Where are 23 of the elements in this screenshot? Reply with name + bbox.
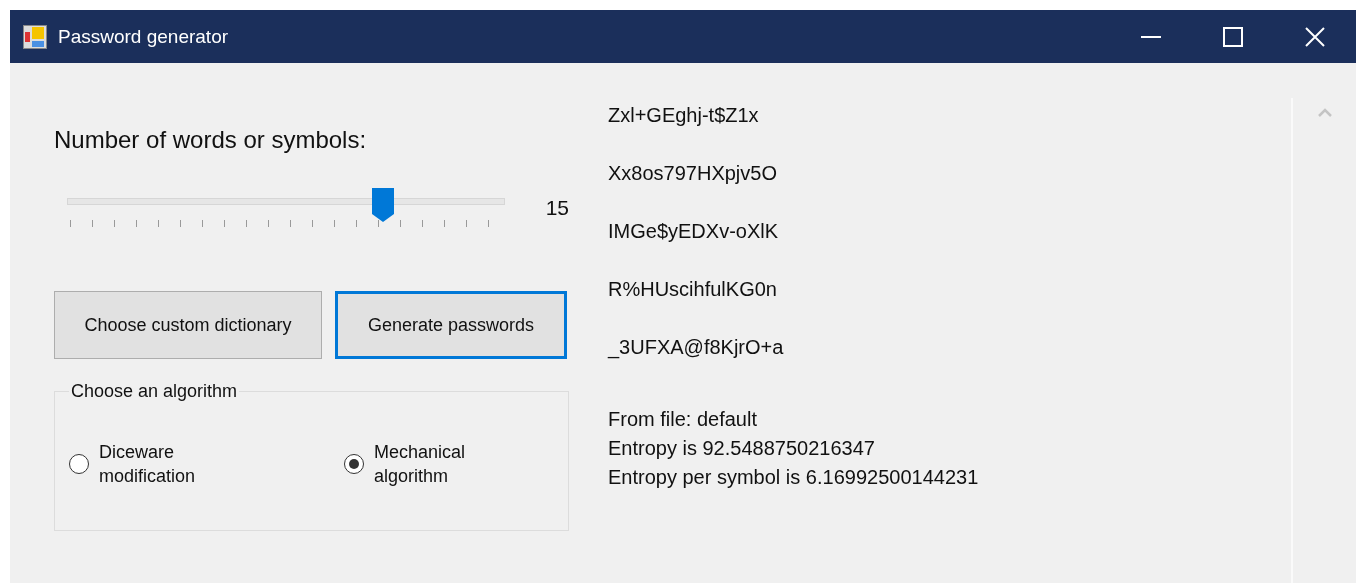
radio-button[interactable] (344, 454, 364, 474)
minimize-icon[interactable] (1141, 35, 1161, 38)
radio-button[interactable] (69, 454, 89, 474)
radio-label[interactable]: Mechanical algorithm (374, 440, 514, 488)
password-text: IMGe$yEDXv-oXlK (608, 219, 780, 244)
slider-thumb[interactable] (372, 188, 395, 222)
generate-button[interactable]: Generate passwords (335, 291, 567, 359)
info-text: Entropy is 92.5488750216347 (608, 436, 876, 461)
info-text: From file: default (608, 407, 758, 432)
maximize-icon[interactable] (1223, 26, 1243, 47)
window-title: Password generator (58, 25, 230, 48)
slider-label: Number of words or symbols: (54, 126, 368, 154)
app-icon (23, 24, 47, 49)
password-text: R%HUscihfulKG0n (608, 277, 778, 302)
choose-dictionary-button[interactable]: Choose custom dictionary (54, 291, 322, 359)
info-text: Entropy per symbol is 6.16992500144231 (608, 465, 980, 490)
slider-value: 15 (545, 196, 569, 220)
password-text: _3UFXA@f8KjrO+a (608, 335, 785, 361)
password-text: Xx8os797HXpjv5O (608, 161, 778, 186)
radio-label[interactable]: Diceware modification (99, 440, 239, 488)
group-title: Choose an algorithm (70, 381, 239, 402)
close-icon[interactable] (1305, 26, 1325, 47)
password-text: Zxl+GEghj-t$Z1x (608, 103, 760, 128)
